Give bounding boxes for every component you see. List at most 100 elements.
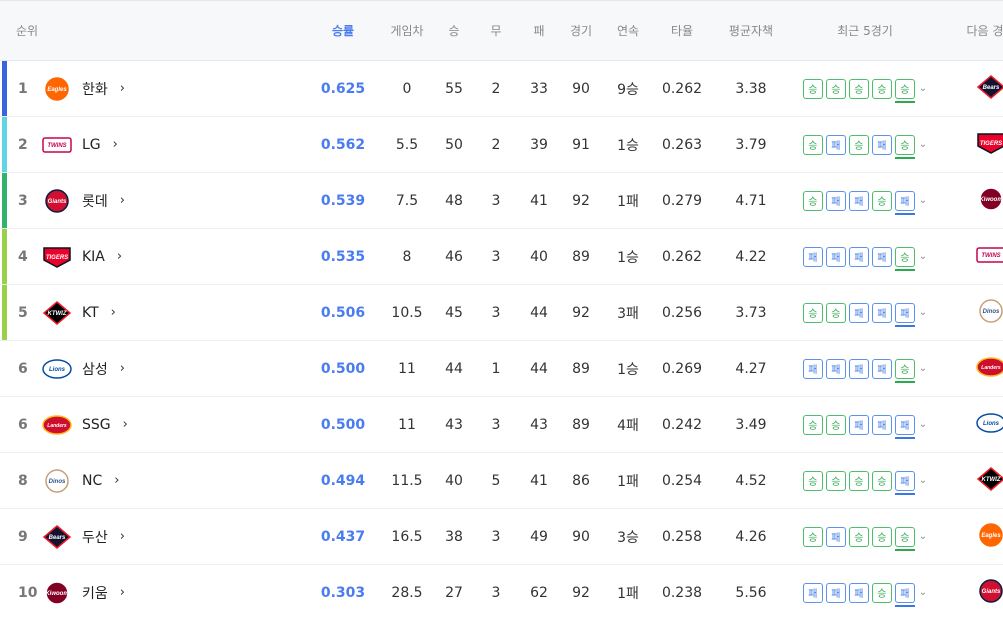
- header-row: 순위 승률 게임차 승 무 패 경기 연속 타율 평균자책 최근 5경기 다음 …: [0, 0, 1003, 61]
- team-row[interactable]: 5 KTWIZ KT › 0.506 10.5 45 3 44 92 3패 0.2…: [0, 285, 1003, 341]
- next-game-cell[interactable]: Giants: [938, 565, 1003, 619]
- recent-games-cell[interactable]: 승 승 패 패 패 ⌄: [792, 285, 938, 341]
- header-losses[interactable]: 패: [518, 1, 560, 61]
- next-game-cell[interactable]: KTWIZ: [938, 453, 1003, 509]
- recent-result-badge: 패: [894, 302, 915, 327]
- team-name-link[interactable]: KT: [82, 305, 99, 321]
- recent-games-cell[interactable]: 승 승 승 승 승 ⌄: [792, 61, 938, 117]
- rank-cell: 8: [0, 453, 42, 509]
- team-row[interactable]: 3 Giants 롯데 › 0.539 7.5 48 3 41 92 1패 0.2…: [0, 173, 1003, 229]
- team-name-link[interactable]: 롯데: [82, 191, 108, 211]
- header-gb[interactable]: 게임차: [380, 1, 434, 61]
- team-name-link[interactable]: 키움: [82, 583, 108, 603]
- recent-games-cell[interactable]: 승 패 패 승 패 ⌄: [792, 173, 938, 229]
- next-game-cell[interactable]: TIGERS: [938, 117, 1003, 173]
- draws: 3: [491, 528, 501, 545]
- team-name-link[interactable]: KIA: [82, 249, 105, 265]
- recent-result-badge: 패: [825, 134, 846, 155]
- recent-games-cell[interactable]: 승 승 패 패 패 ⌄: [792, 397, 938, 453]
- era: 3.79: [735, 136, 767, 153]
- team-row[interactable]: 1 Eagles 한화 › 0.625 0 55 2 33 90 9승 0.262…: [0, 61, 1003, 117]
- chevron-down-icon[interactable]: ⌄: [919, 531, 927, 542]
- recent-result-badge: 승: [848, 470, 869, 491]
- recent-games-cell[interactable]: 패 패 패 패 승 ⌄: [792, 229, 938, 285]
- recent-result-badge: 승: [848, 78, 869, 99]
- chevron-down-icon[interactable]: ⌄: [919, 307, 927, 318]
- streak: 1패: [617, 585, 639, 602]
- chevron-down-icon[interactable]: ⌄: [919, 475, 927, 486]
- recent-games-cell[interactable]: 패 패 패 승 패 ⌄: [792, 565, 938, 619]
- header-games[interactable]: 경기: [560, 1, 602, 61]
- team-cell[interactable]: TWINS LG ›: [42, 117, 306, 173]
- recent-games-cell[interactable]: 승 패 승 승 승 ⌄: [792, 509, 938, 565]
- header-streak[interactable]: 연속: [602, 1, 654, 61]
- wiz-logo: KTWIZ: [42, 300, 72, 325]
- recent-games-cell[interactable]: 승 승 승 승 패 ⌄: [792, 453, 938, 509]
- losses: 43: [530, 416, 548, 433]
- team-cell[interactable]: Kiwoom 키움 ›: [42, 565, 306, 619]
- team-name-link[interactable]: 삼성: [82, 359, 108, 379]
- team-row[interactable]: 9 Bears 두산 › 0.437 16.5 38 3 49 90 3승 0.2…: [0, 509, 1003, 565]
- recent-games-cell[interactable]: 승 패 승 패 승 ⌄: [792, 117, 938, 173]
- team-row[interactable]: 8 Dinos NC › 0.494 11.5 40 5 41 86 1패 0.2…: [0, 453, 1003, 509]
- next-game-cell[interactable]: TWINS: [938, 229, 1003, 285]
- team-cell[interactable]: Dinos NC ›: [42, 453, 306, 509]
- team-cell[interactable]: Landers SSG ›: [42, 397, 306, 453]
- header-team: [42, 1, 306, 61]
- next-game-cell[interactable]: Bears: [938, 61, 1003, 117]
- header-avg[interactable]: 타율: [654, 1, 710, 61]
- header-pct[interactable]: 승률: [306, 1, 380, 61]
- next-game-cell[interactable]: Lions: [938, 397, 1003, 453]
- team-row[interactable]: 6 Landers SSG › 0.500 11 43 3 43 89 4패 0.…: [0, 397, 1003, 453]
- landers-logo: Landers: [975, 356, 1003, 377]
- next-game-cell[interactable]: Dinos: [938, 285, 1003, 341]
- recent-games-cell[interactable]: 패 패 패 패 승 ⌄: [792, 341, 938, 397]
- team-name-link[interactable]: NC: [82, 473, 102, 489]
- team-row[interactable]: 2 TWINS LG › 0.562 5.5 50 2 39 91 1승 0.26…: [0, 117, 1003, 173]
- chevron-right-icon: ›: [119, 585, 125, 600]
- recent-result-badge: 패: [871, 302, 892, 323]
- win-pct: 0.494: [320, 472, 366, 489]
- wins: 27: [445, 584, 463, 601]
- next-game-cell[interactable]: Eagles: [938, 509, 1003, 565]
- team-cell[interactable]: Bears 두산 ›: [42, 509, 306, 565]
- recent-result-badge: 승: [825, 414, 846, 435]
- chevron-down-icon[interactable]: ⌄: [919, 363, 927, 374]
- team-name-link[interactable]: LG: [82, 137, 101, 153]
- win-pct: 0.500: [320, 416, 366, 433]
- header-wins[interactable]: 승: [434, 1, 474, 61]
- chevron-right-icon: ›: [119, 529, 125, 544]
- recent-result-badge: 패: [848, 358, 869, 379]
- chevron-down-icon[interactable]: ⌄: [919, 587, 927, 598]
- games-behind: 7.5: [395, 192, 419, 209]
- dinos-logo: Dinos: [978, 298, 1003, 323]
- recent-result-badge: 패: [825, 190, 846, 211]
- team-cell[interactable]: TIGERS KIA ›: [42, 229, 306, 285]
- chevron-down-icon[interactable]: ⌄: [919, 139, 927, 150]
- chevron-down-icon[interactable]: ⌄: [919, 83, 927, 94]
- team-cell[interactable]: KTWIZ KT ›: [42, 285, 306, 341]
- team-cell[interactable]: Lions 삼성 ›: [42, 341, 306, 397]
- team-name-link[interactable]: 두산: [82, 527, 108, 547]
- header-rank[interactable]: 순위: [0, 1, 42, 61]
- team-row[interactable]: 4 TIGERS KIA › 0.535 8 46 3 40 89 1승 0.26…: [0, 229, 1003, 285]
- team-row[interactable]: 10 Kiwoom 키움 › 0.303 28.5 27 3 62 92 1패 0…: [0, 565, 1003, 619]
- draws: 5: [491, 472, 501, 489]
- era: 3.73: [735, 304, 767, 321]
- recent-result-badge: 패: [894, 414, 915, 439]
- recent-result-badge: 패: [825, 358, 846, 379]
- rank-number: 2: [18, 136, 28, 153]
- team-name-link[interactable]: 한화: [82, 79, 108, 99]
- next-game-cell[interactable]: Kiwoom: [938, 173, 1003, 229]
- next-game-cell[interactable]: Landers: [938, 341, 1003, 397]
- chevron-down-icon[interactable]: ⌄: [919, 195, 927, 206]
- team-name-link[interactable]: SSG: [82, 417, 111, 433]
- header-era[interactable]: 평균자책: [710, 1, 792, 61]
- team-cell[interactable]: Eagles 한화 ›: [42, 61, 306, 117]
- chevron-down-icon[interactable]: ⌄: [919, 419, 927, 430]
- team-row[interactable]: 6 Lions 삼성 › 0.500 11 44 1 44 89 1승 0.269…: [0, 341, 1003, 397]
- header-draws[interactable]: 무: [474, 1, 518, 61]
- rank-number: 5: [18, 304, 28, 321]
- team-cell[interactable]: Giants 롯데 ›: [42, 173, 306, 229]
- chevron-down-icon[interactable]: ⌄: [919, 251, 927, 262]
